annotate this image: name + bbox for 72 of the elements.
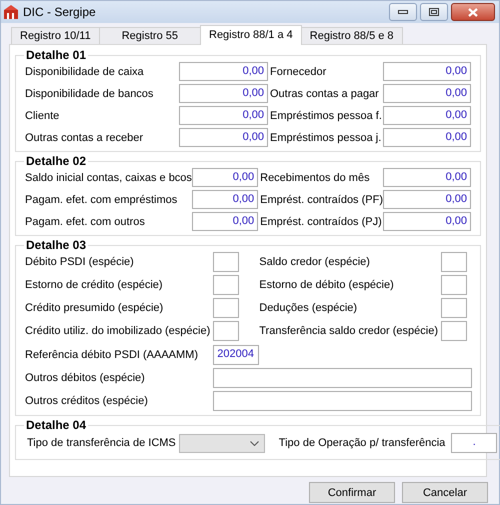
button[interactable]: Confirmar [309, 482, 395, 503]
input-field[interactable] [213, 275, 240, 295]
field-label: Saldo inicial contas, caixas e bcos [25, 172, 192, 184]
tab[interactable]: Registro 88/1 a 4 [200, 25, 302, 45]
field-label: Emprést. contraídos (PJ) [259, 216, 383, 228]
field-label: Tipo de Operação p/ transferência [278, 437, 446, 449]
input-field[interactable] [213, 321, 240, 341]
restore-icon [429, 8, 439, 16]
input-field[interactable] [213, 252, 240, 272]
button[interactable]: Cancelar [402, 482, 488, 503]
group-title: Detalhe 03 [25, 238, 88, 252]
input-field[interactable]: 0,00 [383, 168, 471, 187]
minimize-icon [398, 10, 408, 14]
field-label: Disponibilidade de bancos [25, 88, 154, 100]
tab[interactable]: Registro 88/5 e 8 [300, 27, 403, 44]
field-label: Saldo credor (espécie) [259, 256, 371, 268]
field-label: Empréstimos pessoa f. [269, 110, 383, 122]
input-field[interactable]: 0,00 [383, 62, 471, 81]
field-label: Recebimentos do mês [259, 172, 371, 184]
field-label: Outras contas a pagar [269, 88, 380, 100]
input-field[interactable]: 0,00 [383, 190, 471, 209]
field-label: Débito PSDI (espécie) [25, 256, 135, 268]
input-field[interactable]: 0,00 [179, 128, 268, 147]
maximize-button[interactable] [420, 3, 448, 21]
input-field[interactable]: . [451, 433, 498, 453]
input-field[interactable] [440, 298, 467, 318]
field-label: Fornecedor [269, 66, 328, 78]
input-field[interactable]: 0,00 [179, 106, 268, 125]
field-label: Referência débito PSDI (AAAAMM) [25, 348, 200, 360]
close-icon [468, 8, 478, 16]
field-label: Outras contas a receber [25, 132, 144, 144]
input-field[interactable] [440, 252, 467, 272]
group-title: Detalhe 04 [25, 418, 88, 432]
field-label: Deduções (espécie) [259, 302, 358, 314]
input-field[interactable] [213, 368, 472, 388]
close-button[interactable] [451, 3, 495, 21]
field-label: Outros créditos (espécie) [25, 395, 149, 407]
tab[interactable]: Registro 55 [98, 27, 201, 44]
field-label: Estorno de débito (espécie) [259, 279, 395, 291]
field-label: Tipo de transferência de ICMS [27, 437, 176, 449]
minimize-button[interactable] [389, 3, 417, 21]
field-label: Pagam. efet. com empréstimos [25, 194, 178, 206]
input-field[interactable]: 0,00 [383, 84, 471, 103]
input-field[interactable] [213, 298, 240, 318]
input-field[interactable]: 0,00 [383, 128, 471, 147]
field-label: Cliente [25, 110, 60, 122]
input-field[interactable]: 0,00 [383, 106, 471, 125]
input-field[interactable]: 202004 [213, 345, 260, 365]
field-label: Disponibilidade de caixa [25, 66, 145, 78]
window-title: DIC - Sergipe [23, 5, 97, 19]
input-field[interactable]: 0,00 [179, 84, 268, 103]
field-label: Pagam. efet. com outros [25, 216, 146, 228]
group-title: Detalhe 01 [25, 48, 88, 62]
field-label: Empréstimos pessoa j. [269, 132, 382, 144]
field-label: Outros débitos (espécie) [25, 372, 146, 384]
input-field[interactable]: 0,00 [179, 62, 268, 81]
caret-icon [250, 440, 259, 446]
input-field[interactable]: 0,00 [383, 212, 471, 231]
field-label: Emprést. contraídos (PF) [259, 194, 383, 206]
field-label: Estorno de crédito (espécie) [25, 279, 164, 291]
field-label: Crédito presumido (espécie) [25, 302, 164, 314]
group-title: Detalhe 02 [25, 154, 88, 168]
input-field[interactable]: 0,00 [192, 190, 258, 209]
input-field[interactable]: 0,00 [192, 168, 258, 187]
field-label: Crédito utiliz. do imobilizado (espécie) [25, 325, 212, 337]
input-field[interactable] [440, 321, 467, 341]
tab[interactable]: Registro 10/11 [11, 27, 100, 44]
input-field[interactable]: 0,00 [192, 212, 258, 231]
input-field[interactable] [213, 391, 472, 411]
field-label: Transferência saldo credor (espécie) [259, 325, 439, 337]
input-field[interactable] [440, 275, 467, 295]
app-icon [4, 5, 18, 19]
